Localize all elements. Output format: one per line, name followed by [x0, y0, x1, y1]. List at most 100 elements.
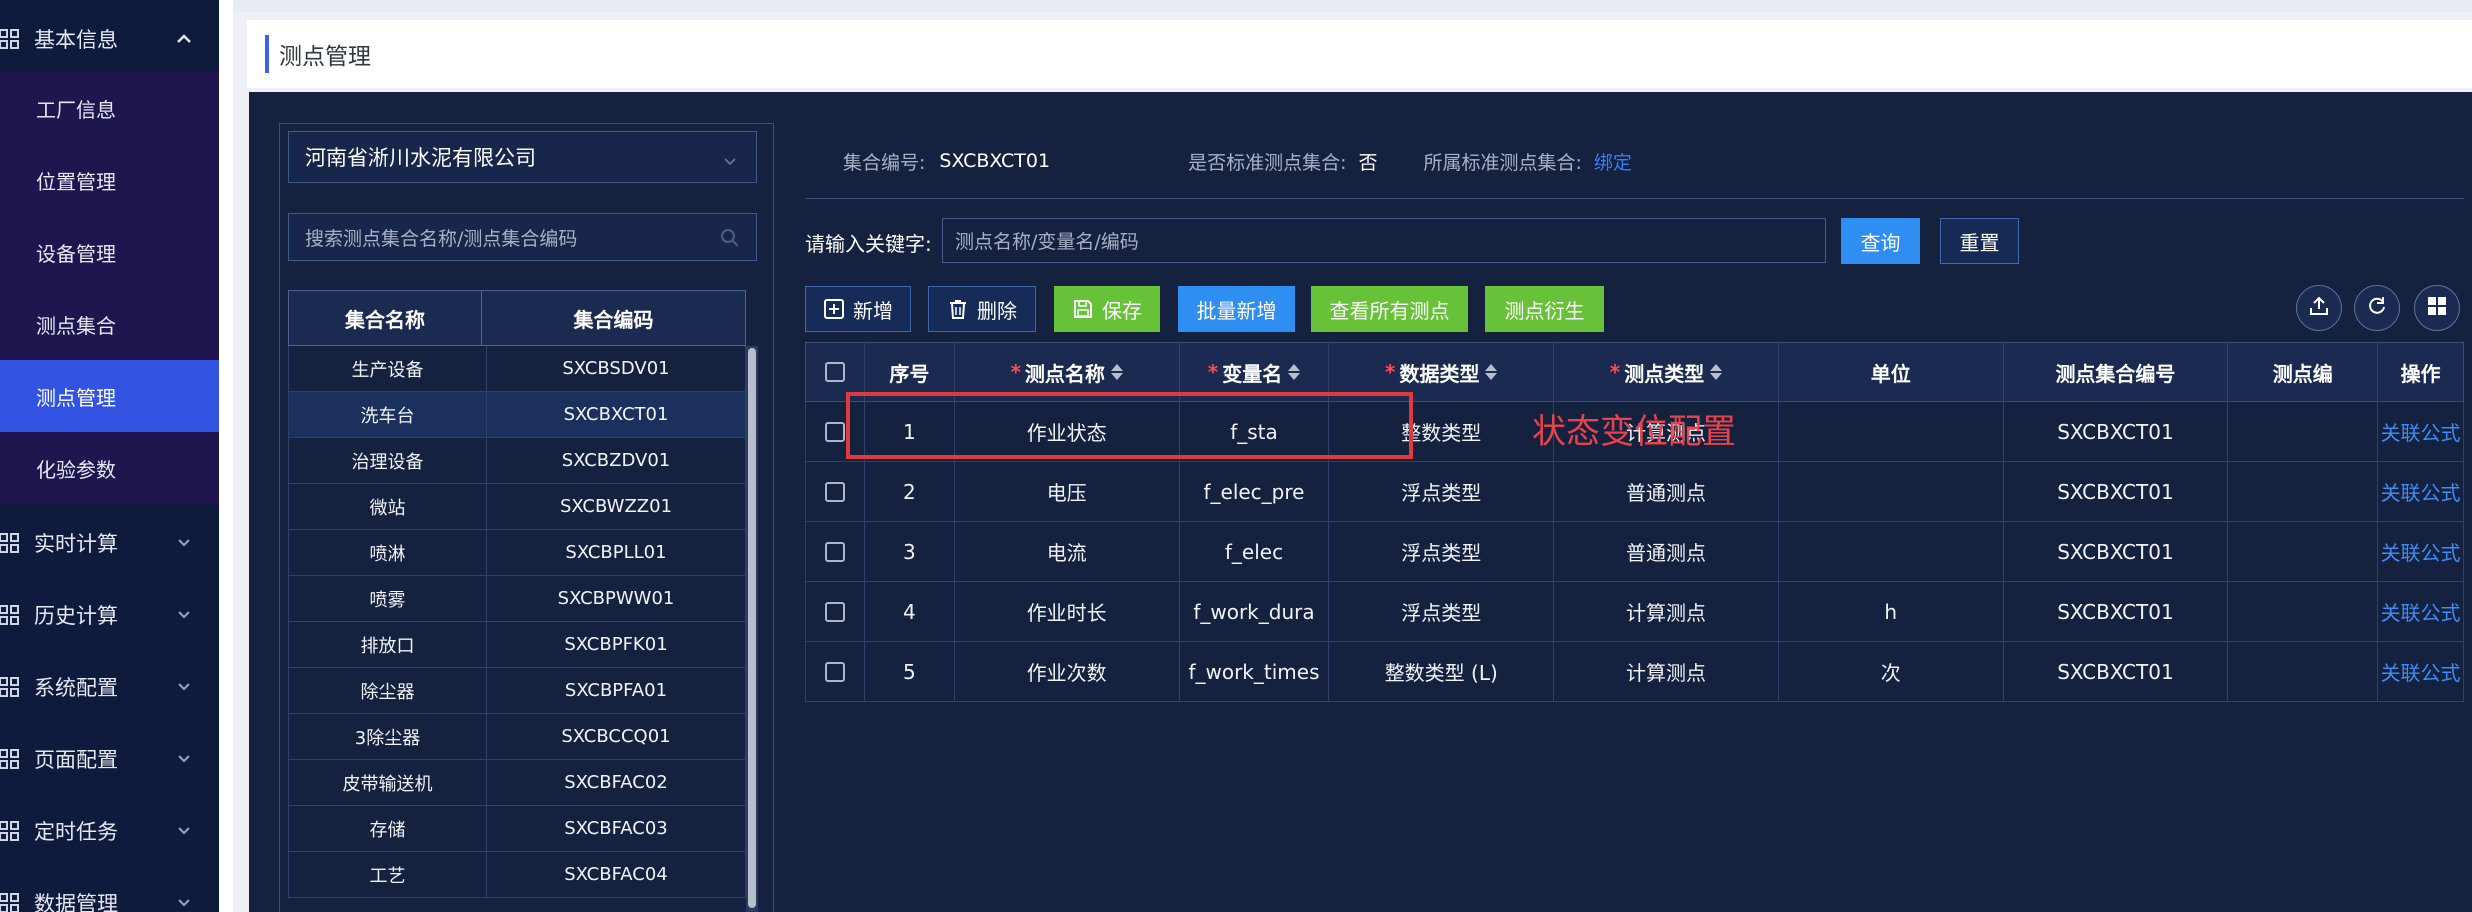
delete-button[interactable]: 删除: [928, 286, 1036, 332]
column-header-set-name: 集合名称: [289, 291, 482, 345]
required-mark: *: [1609, 360, 1621, 384]
point-set-code: SXCBZDV01: [561, 450, 671, 471]
point-set-row[interactable]: 3除尘器 SXCBCCQ01: [288, 714, 746, 760]
export-button[interactable]: [2296, 285, 2342, 331]
point-set-code: SXCBPFA01: [564, 680, 668, 701]
cell-point-name: 作业次数: [955, 642, 1180, 701]
row-checkbox[interactable]: [824, 661, 845, 682]
trash-icon: [947, 298, 969, 320]
grid-icon: [0, 676, 20, 698]
cell-point-name: 作业时长: [955, 582, 1180, 641]
row-checkbox[interactable]: [824, 421, 845, 442]
point-set-row[interactable]: 生产设备 SXCBSDV01: [288, 346, 746, 392]
point-set-code: SXCBPWW01: [557, 588, 675, 609]
sort-icon[interactable]: [1710, 364, 1723, 380]
table-row: 3 电流 f_elec 浮点类型 普通测点 SXCBXCT01 关联公式: [805, 522, 2464, 582]
point-set-scrollbar[interactable]: [746, 346, 758, 912]
page-title: 测点管理: [279, 44, 371, 70]
point-set-row[interactable]: 排放口 SXCBPFK01: [288, 622, 746, 668]
chevron-down-icon: [174, 605, 194, 625]
sidebar-group-realtime-calc[interactable]: 实时计算: [0, 507, 219, 579]
cell-unit: [1779, 522, 2004, 581]
sidebar-group-label: 数据管理: [34, 892, 118, 912]
sidebar-group-label: 基本信息: [34, 28, 118, 52]
grid-icon: [0, 604, 20, 626]
point-set-row[interactable]: 皮带输送机 SXCBFAC02: [288, 760, 746, 806]
cell-select: [806, 582, 865, 641]
sidebar-item-point-management[interactable]: 测点管理: [0, 360, 219, 432]
sidebar-group-page-config[interactable]: 页面配置: [0, 723, 219, 795]
sidebar-group-scheduled-tasks[interactable]: 定时任务: [0, 795, 219, 867]
point-set-row[interactable]: 洗车台 SXCBXCT01: [288, 392, 746, 438]
sort-icon[interactable]: [1288, 364, 1301, 380]
refresh-button[interactable]: [2354, 285, 2400, 331]
point-set-code: SXCBSDV01: [562, 358, 670, 379]
sidebar-item-location[interactable]: 位置管理: [0, 144, 219, 216]
row-checkbox[interactable]: [824, 601, 845, 622]
row-checkbox[interactable]: [824, 541, 845, 562]
point-set-row[interactable]: 存储 SXCBFAC03: [288, 806, 746, 852]
column-settings-button[interactable]: [2414, 285, 2460, 331]
link-formula-link[interactable]: 关联公式: [2381, 537, 2461, 566]
sidebar-group-system-config[interactable]: 系统配置: [0, 651, 219, 723]
save-button[interactable]: 保存: [1054, 286, 1160, 332]
cell-variable: f_work_times: [1180, 642, 1330, 701]
point-set-name: 皮带输送机: [289, 760, 487, 805]
point-set-row[interactable]: 喷淋 SXCBPLL01: [288, 530, 746, 576]
cell-point-type: 普通测点: [1554, 522, 1779, 581]
page-header: 测点管理: [247, 20, 2472, 88]
link-formula-link[interactable]: 关联公式: [2381, 417, 2461, 446]
keyword-label: 请输入关键字:: [805, 232, 932, 256]
company-select[interactable]: 河南省淅川水泥有限公司: [288, 131, 757, 183]
row-checkbox[interactable]: [824, 481, 845, 502]
reset-button[interactable]: 重置: [1940, 218, 2019, 264]
sidebar-item-lab-params[interactable]: 化验参数: [0, 432, 219, 504]
link-formula-link[interactable]: 关联公式: [2381, 657, 2461, 686]
column-header-point-code: 测点编: [2228, 343, 2379, 401]
view-all-points-button[interactable]: 查看所有测点: [1311, 286, 1468, 332]
sort-icon[interactable]: [1110, 364, 1123, 380]
column-header-point-type[interactable]: * 测点类型: [1554, 343, 1779, 401]
point-set-name: 喷淋: [289, 530, 487, 575]
point-set-row[interactable]: 微站 SXCBWZZ01: [288, 484, 746, 530]
add-button[interactable]: 新增: [805, 286, 911, 332]
sort-icon[interactable]: [1485, 364, 1498, 380]
add-button-label: 新增: [853, 298, 893, 323]
link-formula-link[interactable]: 关联公式: [2381, 597, 2461, 626]
sidebar-item-point-set[interactable]: 测点集合: [0, 288, 219, 360]
point-set-name: 生产设备: [289, 346, 487, 391]
search-icon[interactable]: [720, 228, 740, 248]
link-formula-link[interactable]: 关联公式: [2381, 477, 2461, 506]
sidebar-group-label: 历史计算: [34, 604, 118, 628]
keyword-input[interactable]: 测点名称/变量名/编码: [942, 218, 1826, 263]
point-set-table-header: 集合名称 集合编码: [288, 290, 746, 346]
query-button[interactable]: 查询: [1841, 218, 1920, 264]
sidebar-group-history-calc[interactable]: 历史计算: [0, 579, 219, 651]
point-set-row[interactable]: 喷雾 SXCBPWW01: [288, 576, 746, 622]
sidebar-group-label: 页面配置: [34, 748, 118, 772]
cell-operation: 关联公式: [2378, 402, 2463, 461]
column-header-set-code: 测点集合编号: [2004, 343, 2229, 401]
required-mark: *: [1010, 360, 1021, 384]
column-header-label: 变量名: [1222, 361, 1283, 386]
bind-link[interactable]: 绑定: [1594, 148, 1632, 175]
sidebar-group-basic-info[interactable]: 基本信息: [0, 3, 219, 75]
point-derive-button[interactable]: 测点衍生: [1485, 286, 1604, 332]
select-all-checkbox[interactable]: [824, 362, 845, 382]
sidebar-item-equipment[interactable]: 设备管理: [0, 216, 219, 288]
point-set-search-input[interactable]: 搜索测点集合名称/测点集合编码: [288, 213, 757, 261]
cell-point-name: 电压: [955, 462, 1180, 521]
point-set-row[interactable]: 治理设备 SXCBZDV01: [288, 438, 746, 484]
cell-unit: h: [1779, 582, 2004, 641]
point-set-row[interactable]: 工艺 SXCBFAC04: [288, 852, 746, 898]
sidebar-group-data-management[interactable]: 数据管理: [0, 867, 219, 912]
batch-add-button[interactable]: 批量新增: [1178, 286, 1295, 332]
point-set-row[interactable]: 除尘器 SXCBPFA01: [288, 668, 746, 714]
set-code-label: 集合编号:: [843, 151, 926, 174]
cell-point-type: 普通测点: [1554, 462, 1779, 521]
grid-icon: [0, 892, 20, 912]
scrollbar-thumb[interactable]: [748, 348, 756, 908]
annotation-highlight-box: [846, 392, 1413, 459]
sidebar-item-factory-info[interactable]: 工厂信息: [0, 72, 219, 144]
cell-select: [806, 642, 865, 701]
